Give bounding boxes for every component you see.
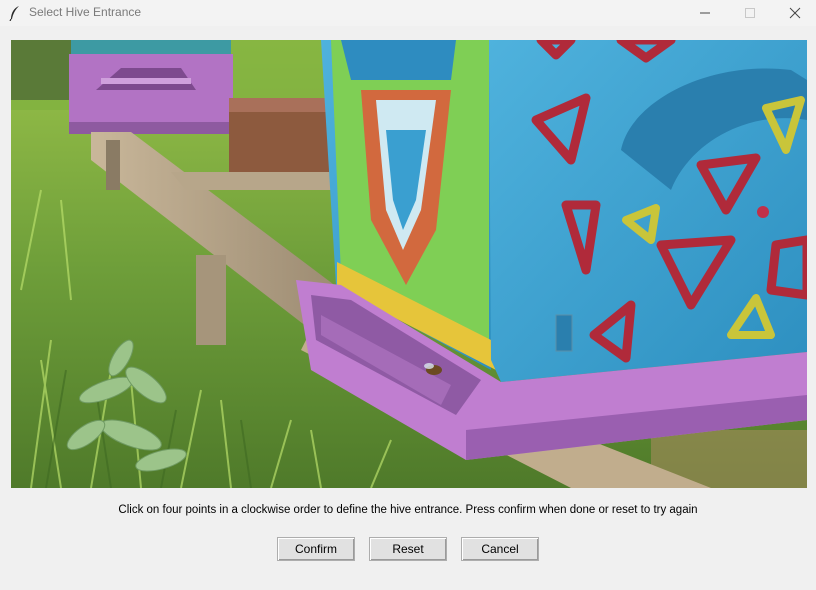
feather-icon	[9, 6, 19, 21]
close-icon	[789, 7, 801, 19]
close-button[interactable]	[772, 0, 816, 26]
cancel-button[interactable]: Cancel	[461, 537, 539, 561]
instruction-text: Click on four points in a clockwise orde…	[118, 504, 698, 516]
window-title: Select Hive Entrance	[29, 5, 142, 19]
hive-image-canvas[interactable]	[11, 40, 807, 488]
minimize-button[interactable]	[682, 0, 728, 26]
maximize-icon	[745, 8, 755, 18]
title-bar[interactable]: Select Hive Entrance	[0, 0, 816, 26]
maximize-button[interactable]	[727, 0, 773, 26]
minimize-icon	[700, 12, 710, 14]
confirm-button[interactable]: Confirm	[277, 537, 355, 561]
hive-photo	[11, 40, 807, 488]
reset-button[interactable]: Reset	[369, 537, 447, 561]
